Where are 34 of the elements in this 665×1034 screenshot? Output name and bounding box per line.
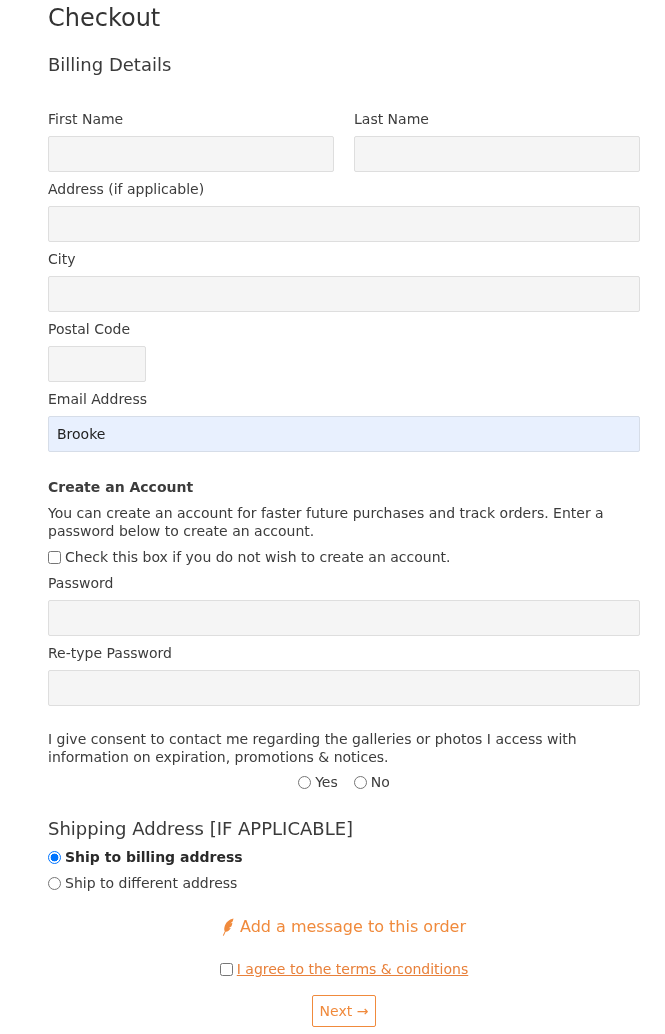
text-field[interactable]: Brooke xyxy=(48,416,640,452)
field-label: Last Name xyxy=(354,110,429,128)
field-label: Password xyxy=(48,574,114,592)
field-label: Address (if applicable) xyxy=(48,180,205,198)
radio-button[interactable] xyxy=(298,775,312,789)
page-title: Checkout xyxy=(48,3,161,33)
field-label: Re-type Password xyxy=(48,644,172,662)
password-field[interactable] xyxy=(48,600,640,636)
text-field[interactable] xyxy=(48,346,146,382)
password-field[interactable] xyxy=(48,670,640,706)
radio-label[interactable]: Yes xyxy=(315,773,338,791)
section-heading: Create an Account xyxy=(48,478,194,496)
checkbox[interactable] xyxy=(219,962,233,976)
section-heading: Billing Details xyxy=(48,53,172,77)
radio-label[interactable]: Ship to different address xyxy=(65,874,238,892)
radio-button[interactable] xyxy=(48,850,61,864)
field-label: City xyxy=(48,250,76,268)
field-label: Postal Code xyxy=(48,320,131,338)
field-label: Email Address xyxy=(48,390,148,408)
field-label: First Name xyxy=(48,110,124,128)
radio-button[interactable] xyxy=(48,876,61,890)
text-field[interactable] xyxy=(48,206,640,242)
account-description: You can create an account for faster future purchases and track orders. Enter a password below to create an account. xyxy=(48,504,605,540)
text-field[interactable] xyxy=(354,136,640,172)
radio-button[interactable] xyxy=(353,775,367,789)
section-heading: Shipping Address [IF APPLICABLE] xyxy=(48,817,354,841)
text-field[interactable] xyxy=(48,136,334,172)
consent-text: I give consent to contact me regarding the galleries or photos I access with information on expiration, promotions & notices. xyxy=(48,730,578,766)
feather-icon xyxy=(221,918,234,936)
radio-label[interactable]: Ship to billing address xyxy=(65,848,243,866)
checkbox-label[interactable]: Check this box if you do not wish to create an account. xyxy=(65,548,451,566)
text-field[interactable] xyxy=(48,276,640,312)
radio-label[interactable]: No xyxy=(370,773,390,791)
checkbox[interactable] xyxy=(48,550,61,564)
